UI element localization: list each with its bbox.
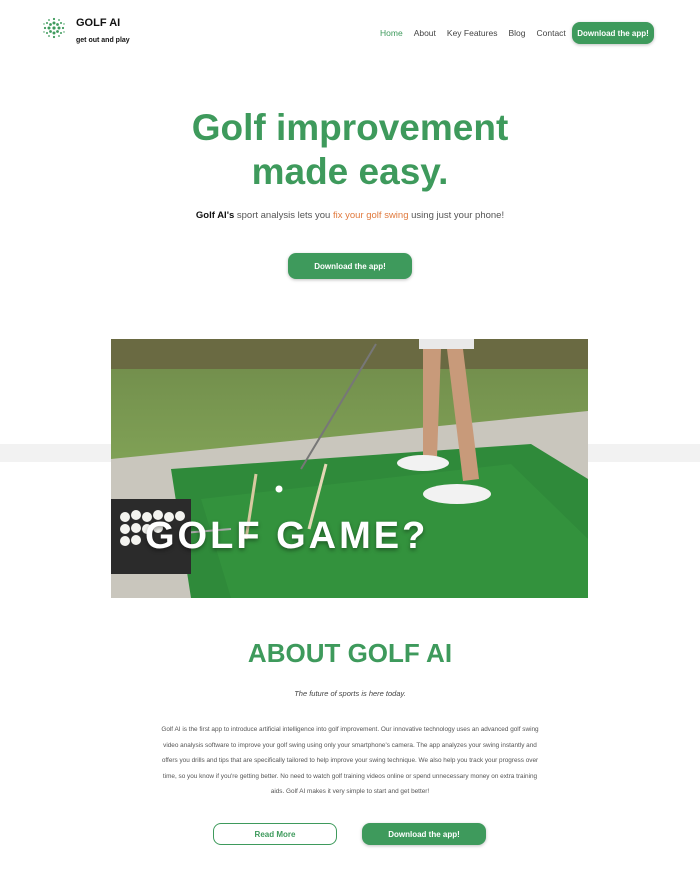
nav-item-key-features[interactable]: Key Features xyxy=(447,28,498,38)
nav-item-contact[interactable]: Contact xyxy=(536,28,565,38)
hero-download-button[interactable]: Download the app! xyxy=(288,253,412,279)
header-download-button[interactable]: Download the app! xyxy=(572,22,654,44)
golf-ball-logo-icon[interactable] xyxy=(40,14,68,42)
about-body: Golf AI is the first app to introduce ar… xyxy=(161,726,539,795)
hero-subtitle: Golf AI's sport analysis lets you fix yo… xyxy=(0,210,700,221)
about-subtitle: The future of sports is here today. xyxy=(294,689,406,698)
read-more-button[interactable]: Read More xyxy=(213,823,337,845)
about-download-button[interactable]: Download the app! xyxy=(362,823,486,845)
hero-title-line2: made easy. xyxy=(251,151,449,192)
brand-tagline: get out and play xyxy=(76,37,130,44)
hero-title: Golf improvement made easy. xyxy=(0,106,700,194)
golf-swing-scene xyxy=(111,339,588,598)
hero-video[interactable]: GOLF GAME? xyxy=(111,339,588,598)
brand-name: GOLF AI xyxy=(76,17,121,29)
hero-sub-mid: sport analysis lets you xyxy=(234,210,333,221)
site-header: GOLF AI get out and play Home About Key … xyxy=(0,0,700,64)
nav-item-blog[interactable]: Blog xyxy=(508,28,525,38)
hero-sub-brand: Golf AI's xyxy=(195,210,235,221)
hero-sub-end: using just your phone! xyxy=(408,210,505,221)
nav-item-about[interactable]: About xyxy=(414,28,436,38)
main-nav: Home About Key Features Blog Contact xyxy=(380,28,566,38)
hero-sub-highlight: fix your golf swing xyxy=(332,210,409,221)
about-title: ABOUT GOLF AI xyxy=(247,638,453,668)
hero-title-line1: Golf improvement xyxy=(191,107,509,148)
nav-item-home[interactable]: Home xyxy=(380,28,403,38)
video-caption: GOLF GAME? xyxy=(145,515,429,557)
